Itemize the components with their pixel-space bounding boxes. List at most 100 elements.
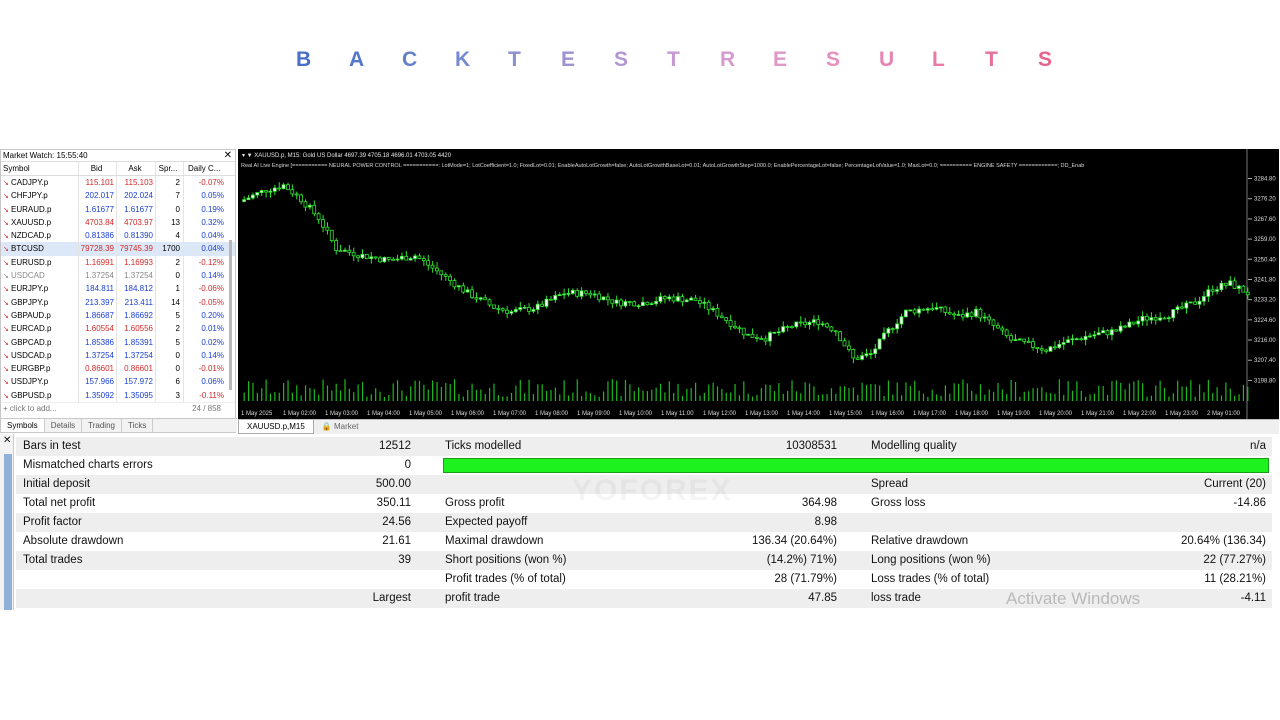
close-icon[interactable]: ✕	[3, 435, 11, 446]
candle-body	[1035, 346, 1040, 350]
candle-body	[1197, 300, 1202, 305]
candle-body	[658, 296, 663, 302]
symbol-cell: ↘ NZDCAD.p	[1, 229, 79, 243]
candle-body	[1245, 291, 1250, 296]
symbol-row[interactable]: ↘ GBPUSD.p 1.35092 1.35095 3 -0.11%	[1, 388, 235, 403]
arrow-down-icon: ↘	[3, 312, 9, 320]
tab-market[interactable]: 🔒 Market	[314, 420, 367, 434]
x-tick-label: 2 May 01:00	[1207, 411, 1241, 417]
daily-change-cell: 0.32%	[201, 217, 224, 227]
candle-body	[772, 331, 777, 334]
symbol-row[interactable]: ↘ BTCUSD 79728.39 79745.39 1700 0.04%	[1, 242, 235, 256]
y-tick-label: 3233.20	[1254, 298, 1276, 304]
report-value: 10308531	[785, 440, 837, 452]
candle-body	[1057, 343, 1062, 348]
report-label: Spread	[871, 478, 909, 490]
column-header[interactable]: Ask	[117, 162, 156, 175]
candle-body	[987, 316, 992, 321]
candle-body	[1118, 325, 1123, 332]
arrow-down-icon: ↘	[3, 233, 9, 241]
candle-body	[1232, 280, 1237, 289]
y-tick-label: 3259.00	[1254, 237, 1276, 243]
ask-cell: 79745.39	[117, 242, 156, 256]
candle-body	[733, 325, 737, 329]
candle-body	[1210, 289, 1215, 292]
candle-body	[1136, 320, 1141, 325]
candle-body	[684, 299, 689, 303]
candle-body	[399, 255, 404, 260]
column-header[interactable]: Spr...	[156, 162, 184, 175]
candle-body	[860, 355, 864, 360]
tab-symbols[interactable]: Symbols	[1, 419, 45, 432]
spread-cell: 0	[156, 269, 184, 283]
candle-body	[1140, 316, 1145, 322]
column-header[interactable]: Bid	[79, 162, 117, 175]
report-value: 28 (71.79%)	[774, 573, 837, 585]
candle-body	[242, 199, 246, 202]
column-header[interactable]: Symbol	[1, 162, 79, 175]
candle-body	[1223, 282, 1228, 286]
symbol-row[interactable]: ↘ USDCAD 1.37254 1.37254 0 0.14%	[1, 269, 235, 283]
close-icon[interactable]: ✕	[224, 150, 232, 162]
daily-change-cell: 0.20%	[201, 310, 224, 320]
candle-body	[1219, 282, 1224, 291]
tab-ticks[interactable]: Ticks	[122, 419, 154, 432]
symbol-row[interactable]: ↘ GBPAUD.p 1.86687 1.86692 5 0.20%	[1, 308, 235, 323]
candle-body	[378, 257, 382, 263]
chart-tabs: XAUUSD.p,M15 🔒 Market	[238, 419, 1279, 434]
symbol-row[interactable]: ↘ USDCAD.p 1.37254 1.37254 0 0.14%	[1, 348, 235, 363]
report-label: loss trade	[871, 592, 921, 604]
candle-body	[903, 309, 908, 318]
candle-body	[1180, 306, 1184, 309]
add-symbol-row[interactable]: + click to add... 24 / 858	[1, 402, 235, 414]
candle-body	[645, 301, 650, 306]
symbol-row[interactable]: ↘ CHFJPY.p 202.017 202.024 7 0.05%	[1, 189, 235, 203]
title-letter: S	[826, 48, 841, 71]
candle-body	[763, 338, 768, 342]
symbol-row[interactable]: ↘ USDJPY.p 157.966 157.972 6 0.06%	[1, 375, 235, 389]
symbol-row[interactable]: ↘ EURUSD.p 1.16991 1.16993 2 -0.12%	[1, 255, 235, 270]
candle-body	[965, 312, 970, 318]
symbol-row[interactable]: ↘ EURGBP.p 0.86601 0.86601 0 -0.01%	[1, 362, 235, 376]
candle-body	[741, 327, 746, 336]
symbol-row[interactable]: ↘ EURCAD.p 1.60554 1.60556 2 0.01%	[1, 322, 235, 336]
tab-trading[interactable]: Trading	[82, 419, 122, 432]
candle-body	[1066, 339, 1070, 343]
tab-xauusd-chart[interactable]: XAUUSD.p,M15	[238, 420, 314, 434]
symbol-cell: ↘ BTCUSD	[1, 242, 79, 256]
candle-body	[435, 267, 439, 272]
candle-body	[1149, 317, 1154, 321]
candle-body	[338, 250, 343, 252]
candle-body	[1101, 330, 1105, 334]
candle-body	[605, 296, 610, 301]
price-chart[interactable]: 3284.80 3276.20 3267.60 3259.00 3250.40 3241.…	[238, 149, 1279, 419]
report-value: 364.98	[801, 497, 837, 509]
symbol-row[interactable]: ↘ CADJPY.p 115.101 115.103 2 -0.07%	[1, 176, 235, 190]
x-tick-label: 1 May 11:00	[661, 411, 694, 417]
candle-body	[290, 189, 295, 195]
symbol-row[interactable]: ↘ EURJPY.p 184.811 184.812 1 -0.06%	[1, 282, 235, 296]
title-letter: T	[985, 48, 998, 71]
symbol-row[interactable]: ↘ XAUUSD.p 4703.84 4703.97 13 0.32%	[1, 215, 235, 230]
column-header[interactable]: Daily C...	[184, 162, 227, 175]
spread-cell: 5	[156, 335, 184, 349]
symbol-cell: ↘ EURAUD.p	[1, 202, 79, 216]
symbol-cell: ↘ CADJPY.p	[1, 176, 79, 190]
report-strip	[4, 454, 12, 610]
scrollbar[interactable]	[229, 240, 232, 390]
tab-details[interactable]: Details	[45, 419, 83, 432]
chart-menu-icon[interactable]: ▾ ▼	[242, 153, 253, 159]
candle-body	[522, 306, 527, 309]
candle-body	[776, 331, 781, 334]
candle-body	[851, 348, 856, 359]
symbol-row[interactable]: ↘ NZDCAD.p 0.81386 0.81390 4 0.04%	[1, 229, 235, 243]
bid-cell: 1.61677	[79, 202, 117, 216]
report-label: Mismatched charts errors	[23, 459, 153, 471]
candle-body	[303, 201, 308, 208]
x-tick-label: 1 May 06:00	[451, 411, 485, 417]
symbol-row[interactable]: ↘ EURAUD.p 1.61677 1.61677 0 0.19%	[1, 202, 235, 216]
candle-body	[899, 316, 904, 325]
candle-body	[1044, 349, 1048, 352]
symbol-row[interactable]: ↘ GBPCAD.p 1.85386 1.85391 5 0.02%	[1, 335, 235, 349]
symbol-row[interactable]: ↘ GBPJPY.p 213.397 213.411 14 -0.05%	[1, 295, 235, 309]
